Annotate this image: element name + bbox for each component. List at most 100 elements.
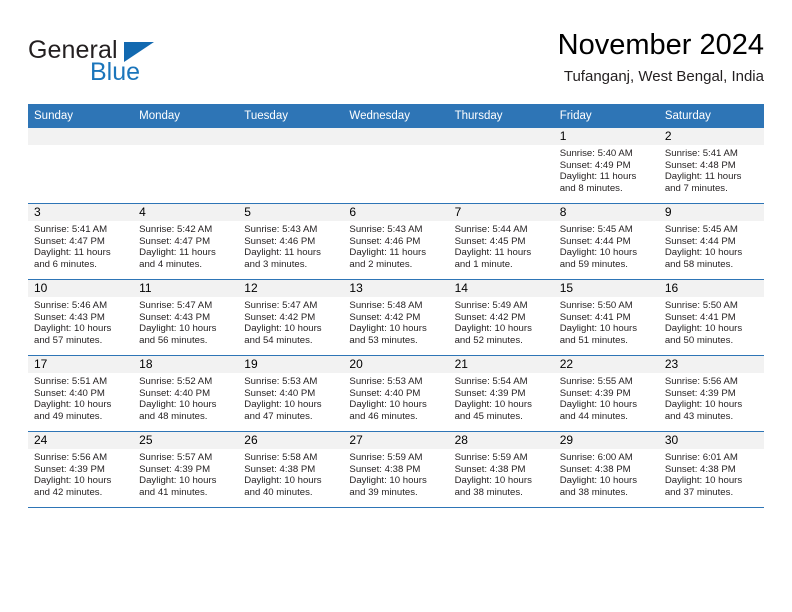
- day-number: 6: [343, 204, 449, 221]
- calendar-day-cell[interactable]: 7 Sunrise: 5:44 AM Sunset: 4:45 PM Daylight…: [448, 203, 554, 280]
- calendar-week-row: 17 Sunrise: 5:51 AM Sunset: 4:40 PM Dayligh…: [28, 355, 764, 432]
- calendar-table: Sunday Monday Tuesday Wednesday Thursday…: [28, 104, 764, 508]
- daylight-duration-line2: and 53 minutes.: [349, 334, 418, 346]
- day-cell-content: 10 Sunrise: 5:46 AM Sunset: 4:43 PM Dayligh…: [28, 280, 134, 355]
- calendar-day-cell[interactable]: 9 Sunrise: 5:45 AM Sunset: 4:44 PM Daylight…: [658, 203, 764, 280]
- calendar-day-cell[interactable]: 10 Sunrise: 5:46 AM Sunset: 4:43 PM Dayligh…: [28, 279, 134, 356]
- day-number: [133, 128, 239, 145]
- calendar-body: 1 Sunrise: 5:40 AM Sunset: 4:49 PM Daylight…: [28, 128, 764, 508]
- day-number: 26: [238, 432, 344, 449]
- day-details: Sunrise: 5:50 AM Sunset: 4:41 PM Daylight:…: [659, 297, 764, 346]
- calendar-day-cell[interactable]: 20 Sunrise: 5:53 AM Sunset: 4:40 PM Dayligh…: [343, 355, 449, 432]
- calendar-day-cell[interactable]: 16 Sunrise: 5:50 AM Sunset: 4:41 PM Dayligh…: [658, 279, 764, 356]
- day-cell-content: 28 Sunrise: 5:59 AM Sunset: 4:38 PM Dayligh…: [448, 432, 554, 507]
- sunrise-time: Sunrise: 5:50 AM: [559, 300, 633, 311]
- day-cell-content: 16 Sunrise: 5:50 AM Sunset: 4:41 PM Dayligh…: [658, 280, 764, 355]
- sunrise-time: Sunrise: 5:49 AM: [454, 300, 528, 311]
- daylight-duration-line1: Daylight: 10 hours: [664, 323, 743, 335]
- day-number: 24: [28, 432, 134, 449]
- day-cell-content: 2 Sunrise: 5:41 AM Sunset: 4:48 PM Daylight…: [658, 128, 764, 203]
- calendar-day-cell[interactable]: 23 Sunrise: 5:56 AM Sunset: 4:39 PM Dayligh…: [658, 355, 764, 432]
- calendar-day-cell[interactable]: 1 Sunrise: 5:40 AM Sunset: 4:49 PM Daylight…: [553, 128, 659, 204]
- sunset-time: Sunset: 4:38 PM: [349, 463, 421, 475]
- day-number: 9: [658, 204, 764, 221]
- daylight-duration-line1: Daylight: 10 hours: [559, 399, 638, 411]
- day-details: Sunrise: 5:46 AM Sunset: 4:43 PM Daylight:…: [28, 297, 133, 346]
- title-block: November 2024 Tufanganj, West Bengal, In…: [558, 28, 764, 88]
- day-cell-content: [238, 128, 344, 203]
- sunrise-time: Sunrise: 5:43 AM: [349, 224, 423, 235]
- day-number: 13: [343, 280, 449, 297]
- sunset-time: Sunset: 4:39 PM: [139, 463, 211, 475]
- daylight-duration-line1: Daylight: 11 hours: [349, 247, 427, 259]
- calendar-day-cell[interactable]: 28 Sunrise: 5:59 AM Sunset: 4:38 PM Dayligh…: [448, 431, 554, 508]
- day-details: Sunrise: 6:01 AM Sunset: 4:38 PM Daylight:…: [659, 449, 764, 498]
- day-number: [238, 128, 344, 145]
- day-details: Sunrise: 5:53 AM Sunset: 4:40 PM Daylight:…: [343, 373, 448, 422]
- day-cell-content: 18 Sunrise: 5:52 AM Sunset: 4:40 PM Dayligh…: [133, 356, 239, 431]
- sunrise-time: Sunrise: 5:50 AM: [664, 300, 738, 311]
- day-details: Sunrise: 5:49 AM Sunset: 4:42 PM Daylight:…: [449, 297, 554, 346]
- sunrise-time: Sunrise: 5:48 AM: [349, 300, 423, 311]
- calendar-day-cell[interactable]: 27 Sunrise: 5:59 AM Sunset: 4:38 PM Dayligh…: [343, 431, 449, 508]
- daylight-duration-line2: and 8 minutes.: [559, 182, 623, 194]
- daylight-duration-line1: Daylight: 10 hours: [559, 247, 638, 259]
- calendar-day-cell[interactable]: 13 Sunrise: 5:48 AM Sunset: 4:42 PM Dayligh…: [343, 279, 449, 356]
- daylight-duration-line2: and 57 minutes.: [34, 334, 103, 346]
- day-details: Sunrise: 5:47 AM Sunset: 4:42 PM Daylight:…: [238, 297, 343, 346]
- calendar-day-cell[interactable]: 15 Sunrise: 5:50 AM Sunset: 4:41 PM Dayligh…: [553, 279, 659, 356]
- sunset-time: Sunset: 4:39 PM: [664, 387, 736, 399]
- calendar-day-cell[interactable]: 26 Sunrise: 5:58 AM Sunset: 4:38 PM Dayligh…: [238, 431, 344, 508]
- sunrise-time: Sunrise: 5:46 AM: [34, 300, 108, 311]
- calendar-day-cell[interactable]: 19 Sunrise: 5:53 AM Sunset: 4:40 PM Dayligh…: [238, 355, 344, 432]
- calendar-day-cell[interactable]: 21 Sunrise: 5:54 AM Sunset: 4:39 PM Dayligh…: [448, 355, 554, 432]
- day-cell-content: 27 Sunrise: 5:59 AM Sunset: 4:38 PM Dayligh…: [343, 432, 449, 507]
- calendar-week-row: 1 Sunrise: 5:40 AM Sunset: 4:49 PM Daylight…: [28, 128, 764, 204]
- sunrise-time: Sunrise: 6:01 AM: [664, 452, 738, 463]
- calendar-day-cell[interactable]: 24 Sunrise: 5:56 AM Sunset: 4:39 PM Dayligh…: [28, 431, 134, 508]
- sunset-time: Sunset: 4:42 PM: [454, 311, 526, 323]
- page-title: November 2024: [557, 29, 764, 61]
- general-blue-logo[interactable]: General Blue: [28, 36, 208, 92]
- sunset-time: Sunset: 4:41 PM: [559, 311, 631, 323]
- day-details: Sunrise: 6:00 AM Sunset: 4:38 PM Daylight:…: [554, 449, 659, 498]
- calendar-day-cell[interactable]: 11 Sunrise: 5:47 AM Sunset: 4:43 PM Dayligh…: [133, 279, 239, 356]
- sunset-time: Sunset: 4:40 PM: [139, 387, 211, 399]
- day-details: Sunrise: 5:45 AM Sunset: 4:44 PM Daylight:…: [659, 221, 764, 270]
- sunset-time: Sunset: 4:49 PM: [559, 159, 631, 171]
- calendar-day-cell[interactable]: 6 Sunrise: 5:43 AM Sunset: 4:46 PM Daylight…: [343, 203, 449, 280]
- daylight-duration-line2: and 40 minutes.: [244, 486, 313, 498]
- calendar-day-cell[interactable]: 4 Sunrise: 5:42 AM Sunset: 4:47 PM Daylight…: [133, 203, 239, 280]
- page-subtitle: Tufanganj, West Bengal, India: [563, 68, 764, 85]
- calendar-day-cell[interactable]: 12 Sunrise: 5:47 AM Sunset: 4:42 PM Dayligh…: [238, 279, 344, 356]
- calendar-day-cell[interactable]: 30 Sunrise: 6:01 AM Sunset: 4:38 PM Dayligh…: [658, 431, 764, 508]
- daylight-duration-line2: and 48 minutes.: [139, 410, 208, 422]
- calendar-day-cell[interactable]: 17 Sunrise: 5:51 AM Sunset: 4:40 PM Dayligh…: [28, 355, 134, 432]
- daylight-duration-line1: Daylight: 10 hours: [559, 323, 638, 335]
- day-cell-content: 15 Sunrise: 5:50 AM Sunset: 4:41 PM Dayligh…: [553, 280, 659, 355]
- calendar-day-cell[interactable]: 18 Sunrise: 5:52 AM Sunset: 4:40 PM Dayligh…: [133, 355, 239, 432]
- day-number: [343, 128, 449, 145]
- calendar-day-cell[interactable]: 5 Sunrise: 5:43 AM Sunset: 4:46 PM Daylight…: [238, 203, 344, 280]
- sunrise-time: Sunrise: 5:57 AM: [139, 452, 213, 463]
- calendar-day-cell[interactable]: 29 Sunrise: 6:00 AM Sunset: 4:38 PM Dayligh…: [553, 431, 659, 508]
- calendar-day-cell[interactable]: 14 Sunrise: 5:49 AM Sunset: 4:42 PM Dayligh…: [448, 279, 554, 356]
- weekday-header-tuesday: Tuesday: [238, 104, 344, 128]
- calendar-day-cell[interactable]: 22 Sunrise: 5:55 AM Sunset: 4:39 PM Dayligh…: [553, 355, 659, 432]
- day-cell-content: 1 Sunrise: 5:40 AM Sunset: 4:49 PM Daylight…: [553, 128, 659, 203]
- daylight-duration-line1: Daylight: 10 hours: [139, 323, 217, 335]
- calendar-day-cell[interactable]: 2 Sunrise: 5:41 AM Sunset: 4:48 PM Daylight…: [658, 128, 764, 204]
- calendar-day-cell[interactable]: 3 Sunrise: 5:41 AM Sunset: 4:47 PM Daylight…: [28, 203, 134, 280]
- day-number: 7: [448, 204, 554, 221]
- calendar-day-cell[interactable]: 8 Sunrise: 5:45 AM Sunset: 4:44 PM Daylight…: [553, 203, 659, 280]
- daylight-duration-line2: and 37 minutes.: [664, 486, 734, 498]
- day-cell-content: 29 Sunrise: 6:00 AM Sunset: 4:38 PM Dayligh…: [553, 432, 659, 507]
- daylight-duration-line2: and 47 minutes.: [244, 410, 313, 422]
- calendar-day-cell[interactable]: 25 Sunrise: 5:57 AM Sunset: 4:39 PM Dayligh…: [133, 431, 239, 508]
- day-cell-content: [133, 128, 239, 203]
- day-cell-content: 3 Sunrise: 5:41 AM Sunset: 4:47 PM Daylight…: [28, 204, 134, 279]
- sunrise-time: Sunrise: 5:56 AM: [34, 452, 108, 463]
- sunrise-time: Sunrise: 5:41 AM: [34, 224, 108, 235]
- day-details: Sunrise: 5:40 AM Sunset: 4:49 PM Daylight:…: [554, 145, 659, 194]
- sunrise-time: Sunrise: 5:54 AM: [454, 376, 528, 387]
